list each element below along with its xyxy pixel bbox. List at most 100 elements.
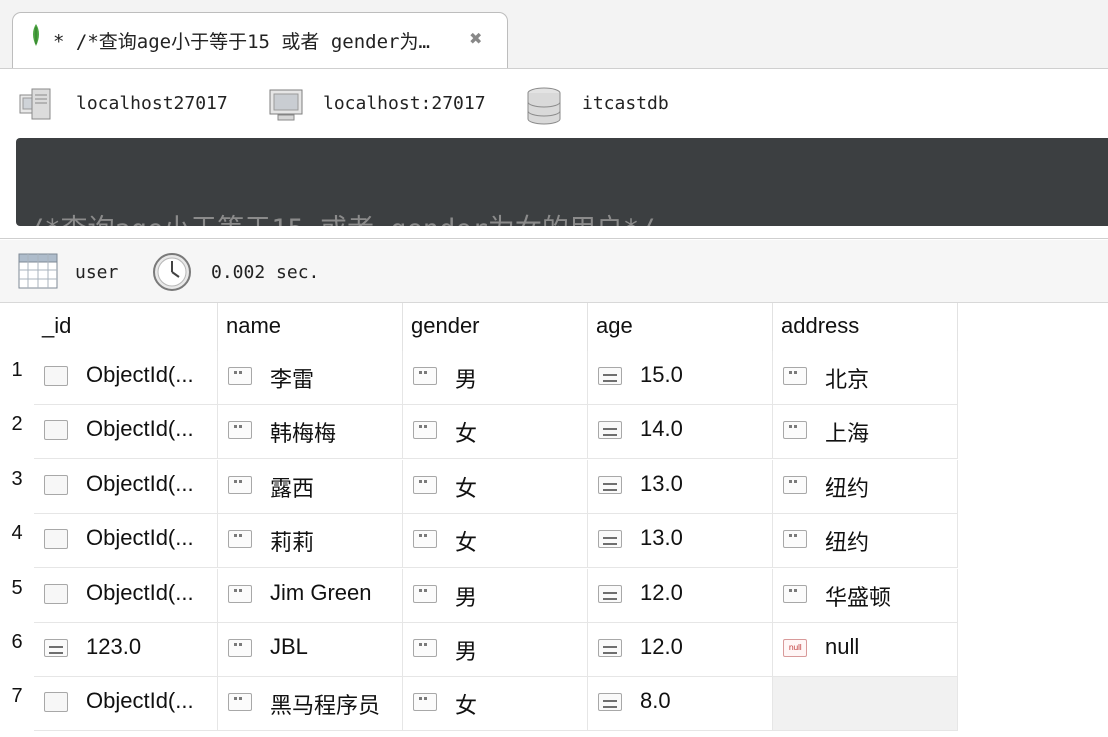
cell-id[interactable]: ObjectId(... [34, 568, 218, 623]
object-id-icon [44, 420, 68, 441]
cell-value: 华盛顿 [825, 584, 892, 610]
cell-name[interactable]: 莉莉 [218, 514, 403, 569]
cell-value: 男 [455, 367, 478, 392]
column-header-address[interactable]: address [773, 303, 958, 351]
query-comment: /*查询age小于等于15 或者 gender为女的用户*/ [28, 212, 1108, 226]
string-type-icon [413, 421, 437, 440]
column-header-age[interactable]: age [588, 303, 773, 351]
cell-value: 纽约 [825, 475, 870, 501]
string-type-icon [228, 530, 252, 549]
cell-id[interactable]: ObjectId(... [34, 514, 218, 569]
query-editor[interactable]: /*查询age小于等于15 或者 gender为女的用户*/ db.user.f… [16, 138, 1108, 226]
row-number: 5 [11, 576, 23, 599]
cell-value: 女 [455, 530, 478, 556]
string-type-icon [228, 693, 252, 712]
string-type-icon [783, 421, 807, 440]
cell-value: 上海 [825, 421, 870, 447]
cell-value: ObjectId(... [86, 470, 194, 496]
cell-value: 女 [455, 693, 478, 719]
host-label: localhost:27017 [323, 93, 486, 114]
cell-address[interactable] [773, 677, 958, 732]
cell-value: 123.0 [86, 634, 142, 659]
table-row[interactable]: 1 ObjectId(... 李雷 男 15.0 北京 [0, 351, 958, 405]
string-type-icon [413, 530, 437, 549]
table-row[interactable]: 7 ObjectId(... 黑马程序员 女 8.0 [0, 677, 958, 732]
object-id-icon [44, 529, 68, 550]
cell-value: 露西 [270, 475, 315, 501]
number-type-icon [598, 367, 622, 385]
cell-age[interactable]: 12.0 [588, 623, 773, 677]
number-type-icon [598, 693, 622, 712]
string-type-icon [228, 639, 252, 657]
string-type-icon [228, 367, 252, 385]
cell-id[interactable]: ObjectId(... [34, 405, 218, 460]
cell-address[interactable]: 北京 [773, 351, 958, 405]
cell-gender[interactable]: 女 [403, 405, 588, 460]
mongodb-leaf-icon [33, 24, 39, 46]
divider [0, 238, 1108, 239]
column-header-id[interactable]: _id [34, 303, 218, 351]
cell-gender[interactable]: 男 [403, 623, 588, 677]
cell-address[interactable]: 纽约 [773, 459, 958, 514]
cell-gender[interactable]: 女 [403, 459, 588, 514]
cell-value: ObjectId(... [86, 579, 194, 605]
cell-id[interactable]: ObjectId(... [34, 677, 218, 732]
string-type-icon [783, 475, 807, 494]
cell-address[interactable]: 纽约 [773, 514, 958, 569]
table-row[interactable]: 4 ObjectId(... 莉莉 女 13.0 纽约 [0, 514, 958, 569]
cell-value: null [825, 634, 860, 659]
table-row[interactable]: 2 ObjectId(... 韩梅梅 女 14.0 上海 [0, 405, 958, 460]
cell-address[interactable]: 华盛顿 [773, 568, 958, 623]
object-id-icon [44, 474, 68, 495]
cell-age[interactable]: 12.0 [588, 568, 773, 623]
cell-value: 李雷 [270, 367, 315, 392]
cell-value: ObjectId(... [86, 362, 194, 387]
tab-strip: * /*查询age小于等于15 或者 gender为… ✖ [0, 0, 1108, 69]
cell-name[interactable]: JBL [218, 623, 403, 677]
cell-name[interactable]: 黑马程序员 [218, 677, 403, 732]
results-grid: _id name gender age address 1 ObjectId(..… [0, 303, 1108, 737]
null-type-icon: null [783, 639, 807, 657]
cell-value: ObjectId(... [86, 688, 194, 714]
row-number: 6 [11, 631, 23, 653]
cell-value: 14.0 [640, 416, 683, 442]
cell-id[interactable]: ObjectId(... [34, 351, 218, 405]
row-number: 1 [11, 359, 23, 381]
table-row[interactable]: 3 ObjectId(... 露西 女 13.0 纽约 [0, 459, 958, 514]
string-type-icon [783, 367, 807, 385]
cell-value: Jim Green [270, 579, 372, 605]
table-row[interactable]: 6 123.0 JBL 男 12.0 null null [0, 623, 958, 677]
database-icon [527, 87, 561, 125]
cell-gender[interactable]: 女 [403, 677, 588, 732]
column-header-name[interactable]: name [218, 303, 403, 351]
monitor-icon [269, 89, 303, 121]
cell-age[interactable]: 8.0 [588, 677, 773, 732]
cell-gender[interactable]: 男 [403, 568, 588, 623]
cell-age[interactable]: 15.0 [588, 351, 773, 405]
cell-id[interactable]: 123.0 [34, 623, 218, 677]
object-id-icon [44, 692, 68, 713]
cell-address[interactable]: 上海 [773, 405, 958, 460]
cell-gender[interactable]: 女 [403, 514, 588, 569]
cell-age[interactable]: 14.0 [588, 405, 773, 460]
cell-address[interactable]: null null [773, 623, 958, 677]
cell-name[interactable]: 李雷 [218, 351, 403, 405]
cell-age[interactable]: 13.0 [588, 459, 773, 514]
close-icon[interactable]: ✖ [469, 29, 482, 48]
cell-name[interactable]: 露西 [218, 459, 403, 514]
server-label: localhost27017 [76, 93, 228, 114]
cell-gender[interactable]: 男 [403, 351, 588, 405]
query-tab[interactable]: * /*查询age小于等于15 或者 gender为… ✖ [12, 12, 508, 68]
cell-value: 男 [455, 584, 478, 610]
cell-name[interactable]: 韩梅梅 [218, 405, 403, 460]
cell-id[interactable]: ObjectId(... [34, 459, 218, 514]
cell-value: 纽约 [825, 530, 870, 556]
column-header-gender[interactable]: gender [403, 303, 588, 351]
cell-value: ObjectId(... [86, 416, 194, 442]
string-type-icon [783, 530, 807, 549]
table-row[interactable]: 5 ObjectId(... Jim Green 男 12.0 华盛顿 [0, 568, 958, 623]
cell-name[interactable]: Jim Green [218, 568, 403, 623]
cell-age[interactable]: 13.0 [588, 514, 773, 569]
number-type-icon [598, 584, 622, 603]
string-type-icon [413, 584, 437, 603]
